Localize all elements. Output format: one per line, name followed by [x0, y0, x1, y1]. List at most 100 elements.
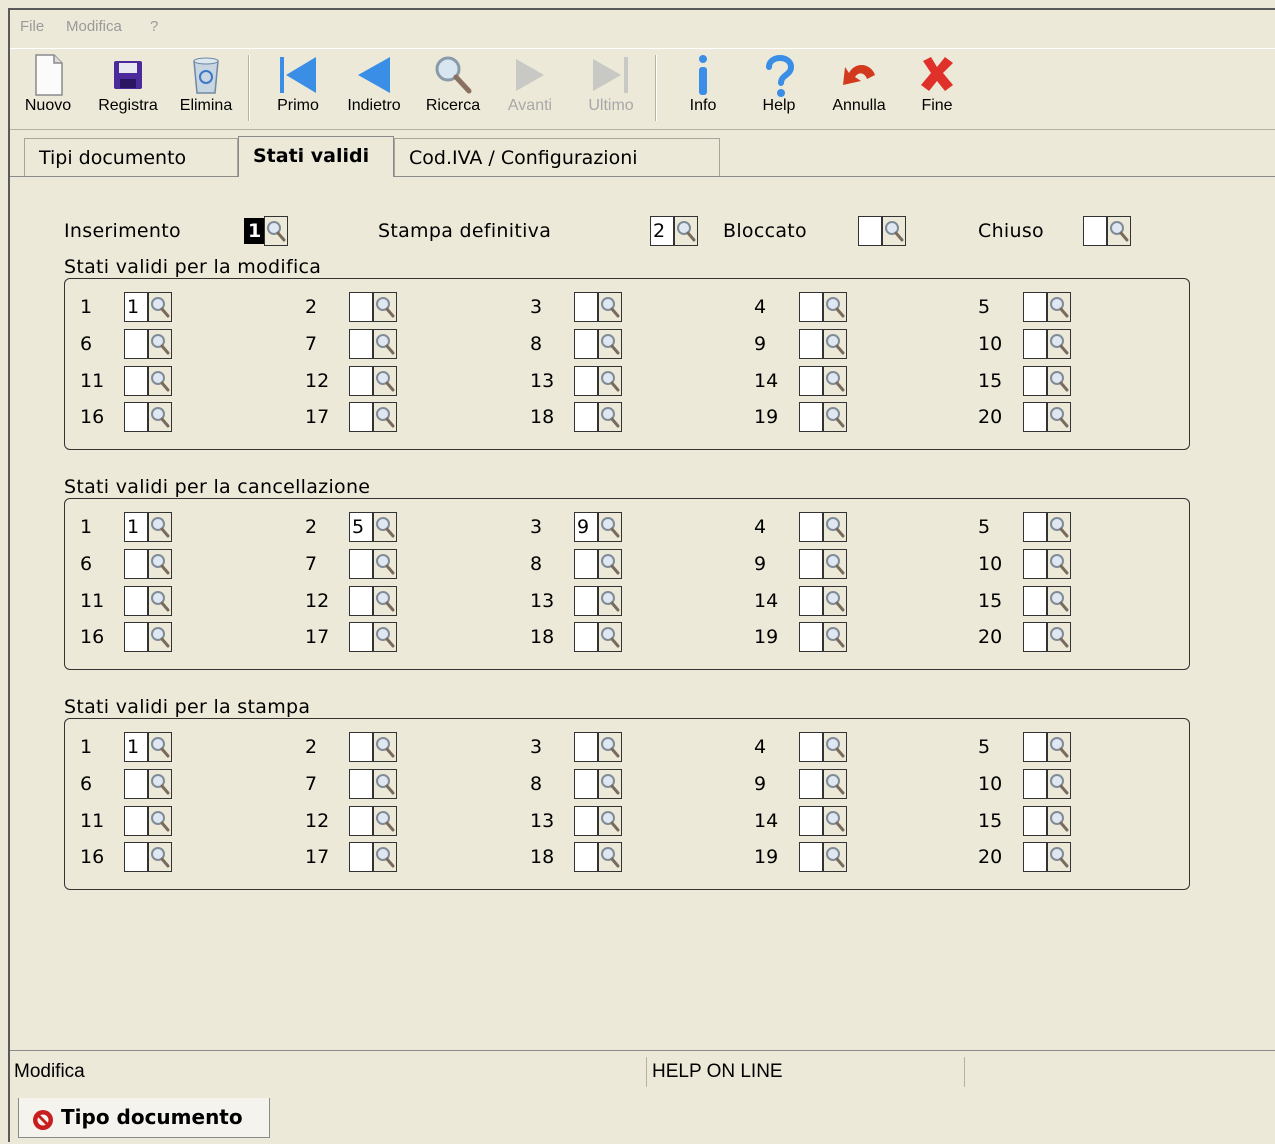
state-field[interactable]	[574, 292, 598, 322]
state-field[interactable]	[124, 806, 148, 836]
registra-button[interactable]: Registra	[90, 49, 166, 129]
state-field[interactable]	[574, 806, 598, 836]
lookup-button[interactable]	[148, 549, 172, 579]
lookup-button[interactable]	[148, 586, 172, 616]
lookup-button[interactable]	[598, 806, 622, 836]
state-field[interactable]	[799, 806, 823, 836]
lookup-button[interactable]	[598, 366, 622, 396]
state-field[interactable]: 1	[124, 512, 148, 542]
lookup-button[interactable]	[148, 402, 172, 432]
lookup-button[interactable]	[882, 216, 906, 246]
state-field[interactable]	[1023, 622, 1047, 652]
lookup-button[interactable]	[823, 732, 847, 762]
state-field[interactable]: 1	[124, 292, 148, 322]
ricerca-button[interactable]: Ricerca	[418, 49, 488, 129]
lookup-button[interactable]	[823, 842, 847, 872]
state-field[interactable]	[124, 329, 148, 359]
lookup-button[interactable]	[148, 366, 172, 396]
lookup-button[interactable]	[148, 329, 172, 359]
state-field[interactable]: 5	[349, 512, 373, 542]
lookup-button[interactable]	[823, 622, 847, 652]
tab-tipi-documento[interactable]: Tipi documento	[24, 138, 238, 176]
state-field[interactable]	[799, 622, 823, 652]
lookup-button[interactable]	[264, 216, 288, 246]
state-field[interactable]	[1023, 842, 1047, 872]
lookup-button[interactable]	[373, 512, 397, 542]
lookup-button[interactable]	[598, 402, 622, 432]
state-field[interactable]	[124, 549, 148, 579]
state-field[interactable]	[574, 549, 598, 579]
state-field[interactable]	[1023, 512, 1047, 542]
state-field[interactable]	[349, 806, 373, 836]
lookup-button[interactable]	[823, 329, 847, 359]
lookup-button[interactable]	[1107, 216, 1131, 246]
state-field[interactable]	[1023, 806, 1047, 836]
state-field[interactable]	[124, 366, 148, 396]
lookup-button[interactable]	[1047, 842, 1071, 872]
lookup-button[interactable]	[1047, 732, 1071, 762]
lookup-button[interactable]	[1047, 512, 1071, 542]
state-field[interactable]	[124, 842, 148, 872]
state-field[interactable]	[574, 366, 598, 396]
lookup-button[interactable]	[373, 329, 397, 359]
state-field[interactable]: 9	[574, 512, 598, 542]
state-field[interactable]	[799, 842, 823, 872]
lookup-button[interactable]	[598, 549, 622, 579]
state-field[interactable]	[574, 586, 598, 616]
state-field[interactable]	[349, 366, 373, 396]
tab-cod-iva-configurazioni[interactable]: Cod.IVA / Configurazioni	[394, 138, 720, 176]
annulla-button[interactable]: Annulla	[822, 49, 896, 129]
avanti-button[interactable]: Avanti	[500, 49, 560, 129]
lookup-button[interactable]	[148, 806, 172, 836]
lookup-button[interactable]	[1047, 549, 1071, 579]
tab-stati-validi[interactable]: Stati validi	[238, 136, 394, 177]
state-field[interactable]	[799, 512, 823, 542]
lookup-button[interactable]	[823, 292, 847, 322]
lookup-button[interactable]	[373, 769, 397, 799]
state-field[interactable]	[799, 329, 823, 359]
state-field[interactable]	[124, 402, 148, 432]
fine-button[interactable]: Fine	[908, 49, 966, 129]
state-field[interactable]	[574, 842, 598, 872]
lookup-button[interactable]	[1047, 329, 1071, 359]
lookup-button[interactable]	[823, 512, 847, 542]
indietro-button[interactable]: Indietro	[338, 49, 410, 129]
lookup-button[interactable]	[598, 512, 622, 542]
state-field[interactable]	[799, 586, 823, 616]
state-field[interactable]	[1023, 549, 1047, 579]
state-field[interactable]	[349, 769, 373, 799]
state-field[interactable]	[574, 402, 598, 432]
lookup-button[interactable]	[1047, 366, 1071, 396]
field-bloccato[interactable]	[858, 216, 882, 246]
lookup-button[interactable]	[148, 622, 172, 652]
lookup-button[interactable]	[373, 402, 397, 432]
menu-help[interactable]: ?	[150, 18, 158, 35]
lookup-button[interactable]	[598, 329, 622, 359]
lookup-button[interactable]	[1047, 402, 1071, 432]
state-field[interactable]: 1	[124, 732, 148, 762]
state-field[interactable]	[1023, 329, 1047, 359]
elimina-button[interactable]: Elimina	[174, 49, 238, 129]
lookup-button[interactable]	[598, 769, 622, 799]
lookup-button[interactable]	[598, 586, 622, 616]
lookup-button[interactable]	[598, 732, 622, 762]
lookup-button[interactable]	[373, 842, 397, 872]
lookup-button[interactable]	[1047, 769, 1071, 799]
state-field[interactable]	[349, 586, 373, 616]
state-field[interactable]	[1023, 769, 1047, 799]
state-field[interactable]	[574, 329, 598, 359]
state-field[interactable]	[124, 769, 148, 799]
lookup-button[interactable]	[674, 216, 698, 246]
state-field[interactable]	[799, 292, 823, 322]
lookup-button[interactable]	[148, 732, 172, 762]
lookup-button[interactable]	[598, 622, 622, 652]
ultimo-button[interactable]: Ultimo	[580, 49, 642, 129]
info-button[interactable]: Info	[676, 49, 730, 129]
lookup-button[interactable]	[823, 769, 847, 799]
nuovo-button[interactable]: Nuovo	[18, 49, 78, 129]
lookup-button[interactable]	[148, 842, 172, 872]
lookup-button[interactable]	[1047, 586, 1071, 616]
menu-file[interactable]: File	[20, 18, 44, 35]
state-field[interactable]	[799, 549, 823, 579]
lookup-button[interactable]	[373, 549, 397, 579]
